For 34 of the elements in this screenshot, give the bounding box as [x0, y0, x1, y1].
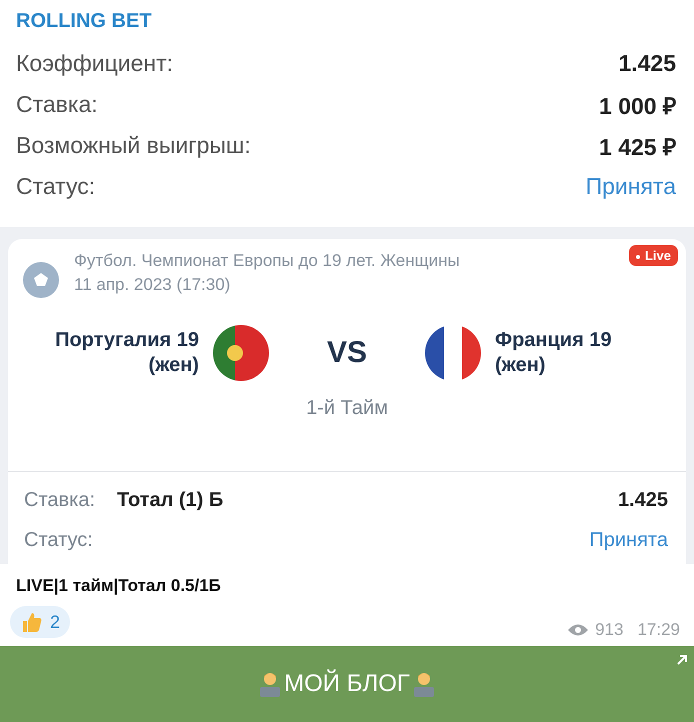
eye-icon: [567, 623, 590, 637]
arrow-icon: [676, 654, 688, 666]
row-label: Статус:: [16, 173, 96, 200]
status-value: Принята: [589, 528, 668, 552]
blog-button[interactable]: МОЙ БЛОГ: [0, 646, 694, 722]
football-icon: [22, 261, 60, 299]
row-value: 1 000 ₽: [599, 92, 676, 120]
bet-value: Тотал (1) Б: [117, 488, 224, 512]
message-time: 17:29: [637, 620, 680, 640]
bet-odds: 1.425: [618, 488, 668, 512]
technologist-icon: [258, 671, 282, 697]
team-name: Португалия 19 (жен): [54, 328, 199, 378]
slip-title: ROLLING BET: [16, 10, 153, 33]
match-date: 11 апр. 2023 (17:30): [74, 275, 232, 295]
view-count: 913: [595, 620, 624, 640]
row-label: Возможный выигрыш:: [16, 132, 251, 159]
versus-text: VS: [326, 336, 368, 370]
row-value: 1 425 ₽: [599, 132, 676, 162]
status-label: Статус:: [24, 528, 93, 552]
bet-label: Ставка:: [24, 488, 95, 512]
live-badge: Live: [628, 245, 678, 266]
row-value: 1.425: [618, 50, 676, 77]
row-label: Ставка:: [16, 91, 98, 118]
flag-icon: [425, 325, 482, 381]
message-text: LIVE|1 тайм|Тотал 0.5/1Б: [15, 575, 222, 596]
technologist-icon: [412, 671, 436, 697]
row-value: Принята: [586, 173, 676, 200]
reaction-button[interactable]: 2: [10, 606, 70, 638]
period-text: 1-й Тайм: [305, 397, 389, 420]
team-name: Франция 19 (жен): [495, 328, 613, 378]
row-label: Коэффициент:: [16, 50, 174, 77]
league-text: Футбол. Чемпионат Европы до 19 лет. Женщины: [74, 251, 460, 271]
flag-icon: [212, 325, 269, 381]
thumbs-up-icon: [20, 610, 44, 634]
